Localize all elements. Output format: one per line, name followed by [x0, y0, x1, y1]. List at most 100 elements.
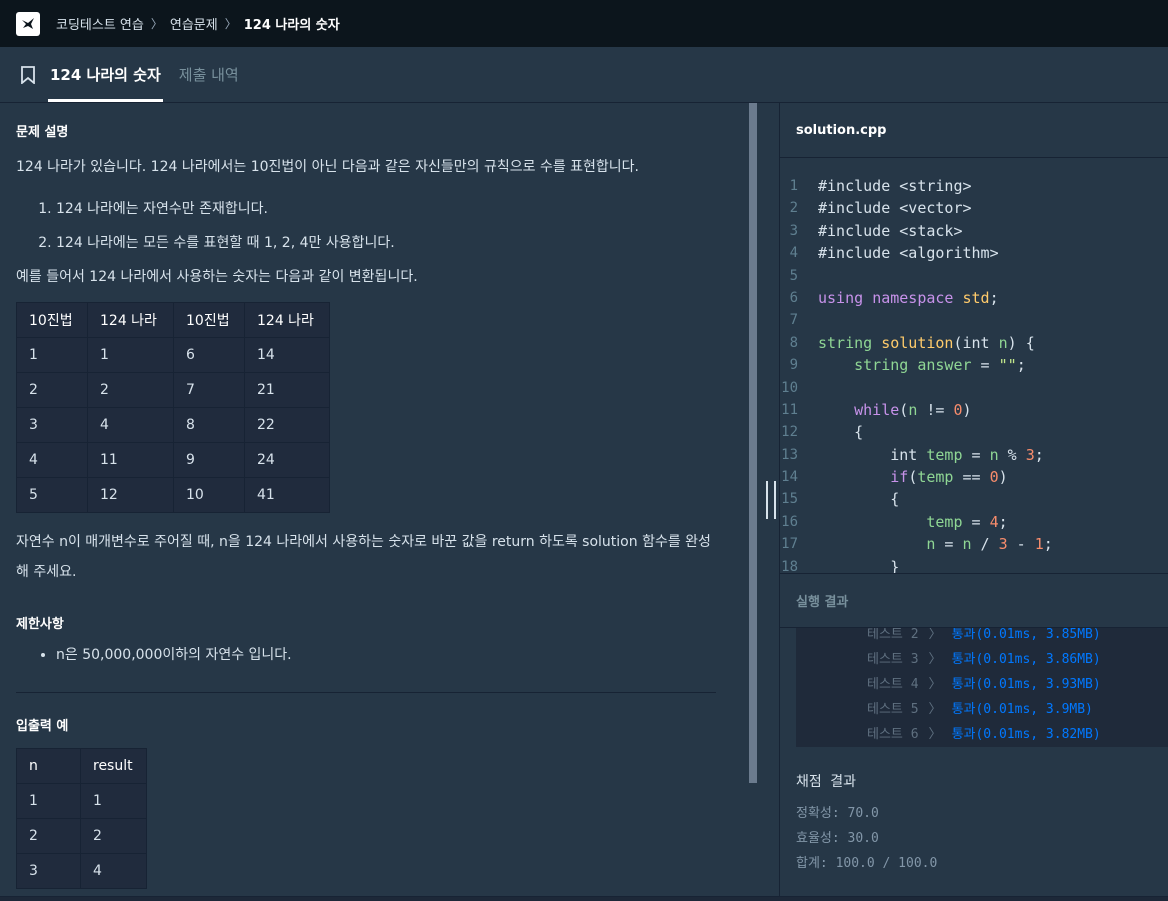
- breadcrumb-current: 124 나라의 숫자: [243, 18, 340, 33]
- table-cell: 12: [87, 477, 174, 513]
- section-title-io: 입출력 예: [16, 719, 69, 734]
- table-cell: 1: [80, 783, 147, 819]
- io-example-table: n result 11 22 34: [16, 748, 147, 889]
- total-score: 합계: 100.0 / 100.0: [796, 856, 938, 871]
- table-header: 10진법: [173, 302, 245, 338]
- description-scrollbar[interactable]: [748, 103, 758, 901]
- code-line: 8 string solution(int n) {: [780, 332, 1168, 354]
- table-cell: 2: [16, 372, 88, 408]
- table-cell: 1: [87, 337, 174, 373]
- table-cell: 6: [173, 337, 245, 373]
- code-panel: solution.cpp 1 #include <string> 2 #includ…: [780, 103, 1168, 901]
- table-cell: 4: [80, 853, 147, 889]
- table-cell: 24: [244, 442, 330, 478]
- divider: [16, 692, 716, 693]
- code-line: 1 #include <string>: [780, 175, 1168, 197]
- table-row: 2 2 7 21: [16, 372, 330, 408]
- chevron-right-icon: 〉: [928, 702, 942, 717]
- table-cell: 4: [16, 442, 88, 478]
- table-cell: 2: [80, 818, 147, 854]
- line-number: 12: [781, 424, 798, 441]
- problem-tab-bar: 124 나라의 숫자 제출 내역: [0, 47, 1168, 103]
- code-line: 11 while(n != 0): [780, 399, 1168, 421]
- bookmark-icon[interactable]: [20, 66, 36, 84]
- chevron-right-icon: 〉: [150, 17, 163, 31]
- line-number: 2: [789, 200, 798, 217]
- code-line: 9 string answer = "";: [780, 354, 1168, 376]
- table-cell: 22: [244, 407, 330, 443]
- code-editor[interactable]: 1 #include <string> 2 #include <vector> 3 #…: [780, 175, 1168, 573]
- line-number: 15: [781, 491, 798, 508]
- table-cell: 14: [244, 337, 330, 373]
- problem-description-panel: 문제 설명 124 나라가 있습니다. 124 나라에서는 10진법이 아닌 다…: [0, 103, 748, 901]
- line-number: 14: [781, 469, 798, 486]
- line-number: 8: [789, 334, 798, 351]
- table-cell: 2: [16, 818, 81, 854]
- table-cell: 21: [244, 372, 330, 408]
- grading-result: 채점 결과 정확성: 70.0 효율성: 30.0 합계: 100.0 / 10…: [796, 771, 937, 876]
- code-line: 14 if(temp == 0): [780, 466, 1168, 488]
- table-row: 3 4 8 22: [16, 407, 330, 443]
- code-line: 4 #include <algorithm>: [780, 242, 1168, 264]
- list-item: 124 나라에는 모든 수를 표현할 때 1, 2, 4만 사용합니다.: [56, 226, 716, 260]
- top-navigation-bar: 코딩테스트 연습 〉 연습문제 〉 124 나라의 숫자: [0, 0, 1168, 47]
- table-row: 11: [16, 783, 147, 819]
- table-cell: 11: [87, 442, 174, 478]
- table-cell: 1: [16, 783, 81, 819]
- programmers-logo-icon[interactable]: [16, 11, 40, 36]
- line-number: 16: [781, 513, 798, 530]
- table-header: 124 나라: [244, 302, 330, 338]
- code-line: 17 n = n / 3 - 1;: [780, 533, 1168, 555]
- breadcrumb-coding-test[interactable]: 코딩테스트 연습: [56, 14, 144, 33]
- constraints-list: n은 50,000,000이하의 자연수 입니다.: [56, 638, 716, 672]
- line-number: 4: [789, 245, 798, 262]
- table-cell: 10: [173, 477, 245, 513]
- table-row: 1 1 6 14: [16, 337, 330, 373]
- line-number: 1: [789, 178, 798, 194]
- table-cell: 3: [16, 407, 88, 443]
- scrollbar-thumb[interactable]: [749, 103, 757, 783]
- line-number: 6: [789, 289, 798, 306]
- table-header-row: n result: [16, 748, 147, 784]
- line-number: 3: [789, 222, 798, 239]
- code-line: 2 #include <vector>: [780, 197, 1168, 219]
- grading-title: 채점 결과: [796, 774, 856, 790]
- example-intro: 예를 들어서 124 나라에서 사용하는 숫자는 다음과 같이 변환됩니다.: [16, 269, 418, 285]
- breadcrumb: 코딩테스트 연습 〉 연습문제 〉 124 나라의 숫자: [56, 14, 340, 33]
- chevron-right-icon: 〉: [928, 628, 942, 642]
- line-number: 11: [781, 401, 798, 418]
- code-line: 18 }: [780, 556, 1168, 573]
- problem-intro: 124 나라가 있습니다. 124 나라에서는 10진법이 아닌 다음과 같은 …: [16, 159, 639, 175]
- line-number: 5: [789, 267, 798, 284]
- accuracy-score: 정확성: 70.0: [796, 806, 879, 821]
- editor-filename: solution.cpp: [780, 103, 1168, 158]
- chevron-right-icon: 〉: [928, 652, 942, 667]
- bottom-toolbar-edge: [0, 896, 1168, 901]
- code-line: 13 int temp = n % 3;: [780, 444, 1168, 466]
- code-line: 16 temp = 4;: [780, 511, 1168, 533]
- test-result-row: 테스트 6 〉 통과 (0.01ms, 3.82MB): [796, 722, 1168, 747]
- breadcrumb-practice[interactable]: 연습문제: [170, 14, 218, 33]
- chevron-right-icon: 〉: [224, 17, 237, 31]
- table-row: 5 12 10 41: [16, 477, 330, 513]
- code-line: 10: [780, 377, 1168, 399]
- test-result-row: 테스트 5 〉 통과 (0.01ms, 3.9MB): [796, 697, 1168, 722]
- code-line: 5: [780, 265, 1168, 287]
- code-line: 3 #include <stack>: [780, 220, 1168, 242]
- tab-submission-history[interactable]: 제출 내역: [177, 47, 241, 102]
- line-number: 10: [781, 379, 798, 396]
- table-row: 22: [16, 818, 147, 854]
- table-header: 124 나라: [87, 302, 174, 338]
- table-header: n: [16, 748, 81, 784]
- table-cell: 9: [173, 442, 245, 478]
- code-line: 6 using namespace std;: [780, 287, 1168, 309]
- table-cell: 3: [16, 853, 81, 889]
- run-result-title: 실행 결과: [780, 573, 1168, 628]
- problem-task: 자연수 n이 매개변수로 주어질 때, n을 124 나라에서 사용하는 숫자로…: [16, 534, 711, 580]
- line-number: 18: [781, 558, 798, 573]
- tab-problem[interactable]: 124 나라의 숫자: [48, 47, 163, 102]
- test-result-row: 테스트 4 〉 통과 (0.01ms, 3.93MB): [796, 672, 1168, 697]
- splitter-grip-icon[interactable]: [766, 481, 776, 519]
- list-item: 124 나라에는 자연수만 존재합니다.: [56, 192, 716, 226]
- run-result-output: 테스트 2 〉 통과 (0.01ms, 3.85MB) 테스트 3 〉 통과 (0.01…: [796, 628, 1168, 747]
